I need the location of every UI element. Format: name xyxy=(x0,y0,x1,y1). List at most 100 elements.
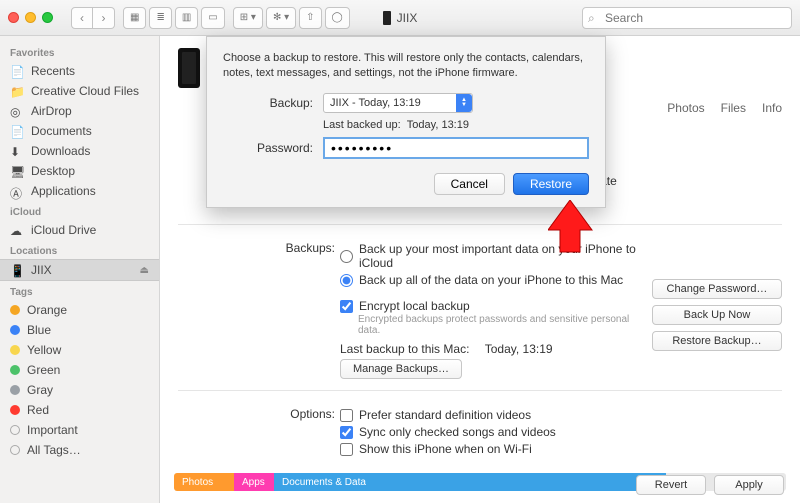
dialog-restore-button[interactable]: Restore xyxy=(513,173,589,195)
footer-buttons: Revert Apply xyxy=(636,475,784,495)
option-sd-label: Prefer standard definition videos xyxy=(359,408,531,422)
sidebar-item-downloads[interactable]: ⬇Downloads xyxy=(0,141,159,161)
option-sd-checkbox[interactable] xyxy=(340,409,353,422)
sidebar-item-icloud-drive[interactable]: ☁iCloud Drive xyxy=(0,220,159,240)
tab-info[interactable]: Info xyxy=(762,98,782,118)
manage-backups-button[interactable]: Manage Backups… xyxy=(340,359,462,379)
view-columns-button[interactable]: ▥ xyxy=(175,7,198,29)
view-gallery-button[interactable]: ▭ xyxy=(201,7,224,29)
applications-icon: Ⓐ xyxy=(10,185,24,197)
option-sync-checked-label: Sync only checked songs and videos xyxy=(359,425,556,439)
storage-docs: Documents & Data xyxy=(274,473,666,491)
tag-dot-icon xyxy=(10,325,20,335)
sidebar-item-desktop[interactable]: 🖥Desktop xyxy=(0,161,159,181)
tab-files[interactable]: Files xyxy=(721,98,746,118)
select-arrows-icon: ▲▼ xyxy=(456,94,472,112)
sidebar-heading-locations: Locations xyxy=(0,240,159,259)
change-password-button[interactable]: Change Password… xyxy=(652,279,782,299)
zoom-window-button[interactable] xyxy=(42,12,53,23)
sidebar-tag-yellow[interactable]: Yellow xyxy=(0,340,159,360)
sidebar-item-device-jiix[interactable]: 📱JIIX⏏ xyxy=(0,259,159,281)
recents-icon: 📄 xyxy=(10,65,24,77)
tag-dot-icon xyxy=(10,305,20,315)
search-icon: ⌕ xyxy=(588,11,595,26)
close-window-button[interactable] xyxy=(8,12,19,23)
dialog-cancel-button[interactable]: Cancel xyxy=(434,173,505,195)
option-wifi-checkbox[interactable] xyxy=(340,443,353,456)
sidebar-tag-red[interactable]: Red xyxy=(0,400,159,420)
sidebar-heading-tags: Tags xyxy=(0,281,159,300)
downloads-icon: ⬇ xyxy=(10,145,24,157)
option-sync-checked-checkbox[interactable] xyxy=(340,426,353,439)
dialog-backup-label: Backup: xyxy=(223,96,313,110)
device-image-icon xyxy=(178,48,200,88)
sidebar-tag-gray[interactable]: Gray xyxy=(0,380,159,400)
sidebar-heading-favorites: Favorites xyxy=(0,42,159,61)
dialog-last-backed-label: Last backed up: xyxy=(323,119,401,131)
dialog-password-input[interactable] xyxy=(323,137,589,159)
encrypt-checkbox[interactable] xyxy=(340,300,353,313)
window-controls xyxy=(8,12,53,23)
tag-dot-icon xyxy=(10,365,20,375)
dialog-message: Choose a backup to restore. This will re… xyxy=(223,51,589,81)
device-icon xyxy=(383,11,391,25)
last-backup-time: Today, 13:19 xyxy=(485,342,553,356)
sidebar-item-documents[interactable]: 📄Documents xyxy=(0,121,159,141)
backups-label: Backups: xyxy=(175,241,335,255)
sidebar-item-creative-cloud[interactable]: 📁Creative Cloud Files xyxy=(0,81,159,101)
sidebar-item-applications[interactable]: ⒶApplications xyxy=(0,181,159,201)
tab-photos[interactable]: Photos xyxy=(667,98,704,118)
eject-icon[interactable]: ⏏ xyxy=(140,265,149,276)
share-button[interactable]: ⇧ xyxy=(299,7,321,29)
revert-button[interactable]: Revert xyxy=(636,475,706,495)
action-menu-button[interactable]: ✻ ▾ xyxy=(266,7,296,29)
sidebar-tag-green[interactable]: Green xyxy=(0,360,159,380)
forward-button[interactable]: › xyxy=(93,7,115,29)
all-tags-icon xyxy=(10,445,20,455)
sidebar: Favorites 📄Recents 📁Creative Cloud Files… xyxy=(0,36,160,503)
backup-mac-label: Back up all of the data on your iPhone t… xyxy=(359,273,623,287)
restore-backup-dialog: Choose a backup to restore. This will re… xyxy=(206,36,606,208)
dialog-password-label: Password: xyxy=(223,141,313,155)
sidebar-tag-blue[interactable]: Blue xyxy=(0,320,159,340)
desktop-icon: 🖥 xyxy=(10,165,24,177)
titlebar: ‹ › ▦ ≣ ▥ ▭ ⊞ ▾ ✻ ▾ ⇧ ◯ JIIX ⌕ xyxy=(0,0,800,36)
dialog-backup-select[interactable]: JIIX - Today, 13:19 ▲▼ xyxy=(323,93,473,113)
sidebar-all-tags[interactable]: All Tags… xyxy=(0,440,159,460)
tag-button[interactable]: ◯ xyxy=(325,7,350,29)
storage-apps: Apps xyxy=(234,473,274,491)
tag-dot-icon xyxy=(10,425,20,435)
sidebar-tag-important[interactable]: Important xyxy=(0,420,159,440)
search-input[interactable] xyxy=(582,7,792,29)
view-list-button[interactable]: ≣ xyxy=(149,7,171,29)
minimize-window-button[interactable] xyxy=(25,12,36,23)
backup-mac-radio[interactable] xyxy=(340,274,353,287)
documents-icon: 📄 xyxy=(10,125,24,137)
backup-icloud-label: Back up your most important data on your… xyxy=(359,242,652,270)
airdrop-icon: ◎ xyxy=(10,105,24,117)
backup-icloud-radio[interactable] xyxy=(340,250,353,263)
sidebar-heading-icloud: iCloud xyxy=(0,201,159,220)
sidebar-item-recents[interactable]: 📄Recents xyxy=(0,61,159,81)
tag-dot-icon xyxy=(10,345,20,355)
annotation-arrow-icon xyxy=(548,200,598,255)
sidebar-tag-orange[interactable]: Orange xyxy=(0,300,159,320)
tag-dot-icon xyxy=(10,385,20,395)
dialog-last-backed-value: Today, 13:19 xyxy=(407,119,469,131)
folder-icon: 📁 xyxy=(10,85,24,97)
apply-button[interactable]: Apply xyxy=(714,475,784,495)
encrypt-label: Encrypt local backup xyxy=(359,299,470,313)
backup-now-button[interactable]: Back Up Now xyxy=(652,305,782,325)
view-icons-button[interactable]: ▦ xyxy=(123,7,146,29)
restore-backup-button[interactable]: Restore Backup… xyxy=(652,331,782,351)
group-by-button[interactable]: ⊞ ▾ xyxy=(233,7,263,29)
icloud-icon: ☁ xyxy=(10,224,24,236)
tag-dot-icon xyxy=(10,405,20,415)
option-wifi-label: Show this iPhone when on Wi-Fi xyxy=(359,442,532,456)
sidebar-item-airdrop[interactable]: ◎AirDrop xyxy=(0,101,159,121)
options-label: Options: xyxy=(175,407,335,421)
encrypt-subtext: Encrypted backups protect passwords and … xyxy=(358,314,652,336)
last-backup-label: Last backup to this Mac: xyxy=(340,342,469,356)
storage-photos: Photos xyxy=(174,473,234,491)
back-button[interactable]: ‹ xyxy=(71,7,93,29)
